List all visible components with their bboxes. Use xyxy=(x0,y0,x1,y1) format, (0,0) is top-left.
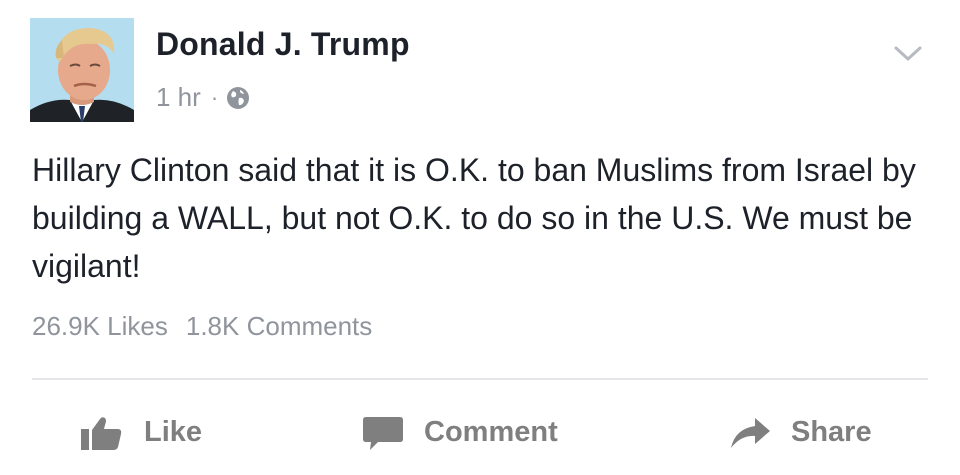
comment-button[interactable]: Comment xyxy=(362,405,558,460)
profile-photo xyxy=(30,18,134,122)
share-label: Share xyxy=(791,416,872,448)
meta-separator: · xyxy=(210,84,219,110)
like-label: Like xyxy=(144,416,203,448)
like-button[interactable]: Like xyxy=(80,405,202,460)
action-bar: Like Comment Share xyxy=(0,405,960,460)
thumbs-up-icon xyxy=(81,416,122,450)
comment-icon xyxy=(363,416,403,450)
author-name[interactable]: Donald J. Trump xyxy=(156,26,410,63)
avatar[interactable] xyxy=(30,18,134,122)
post-meta: 1 hr · xyxy=(156,82,250,113)
post-text: Hillary Clinton said that it is O.K. to … xyxy=(32,152,916,284)
share-arrow-icon xyxy=(731,417,770,448)
timestamp[interactable]: 1 hr xyxy=(156,82,201,113)
comments-count[interactable]: 1.8K Comments xyxy=(186,311,372,341)
divider xyxy=(32,378,928,380)
likes-count[interactable]: 26.9K Likes xyxy=(32,311,168,341)
post-options-chevron-down-icon[interactable] xyxy=(893,44,923,64)
post-stats: 26.9K Likes 1.8K Comments xyxy=(32,311,372,342)
globe-icon[interactable] xyxy=(226,86,250,110)
facebook-post: Donald J. Trump 1 hr · Hillary Clinton s… xyxy=(0,0,960,475)
comment-label: Comment xyxy=(424,416,558,448)
share-button[interactable]: Share xyxy=(729,405,872,460)
